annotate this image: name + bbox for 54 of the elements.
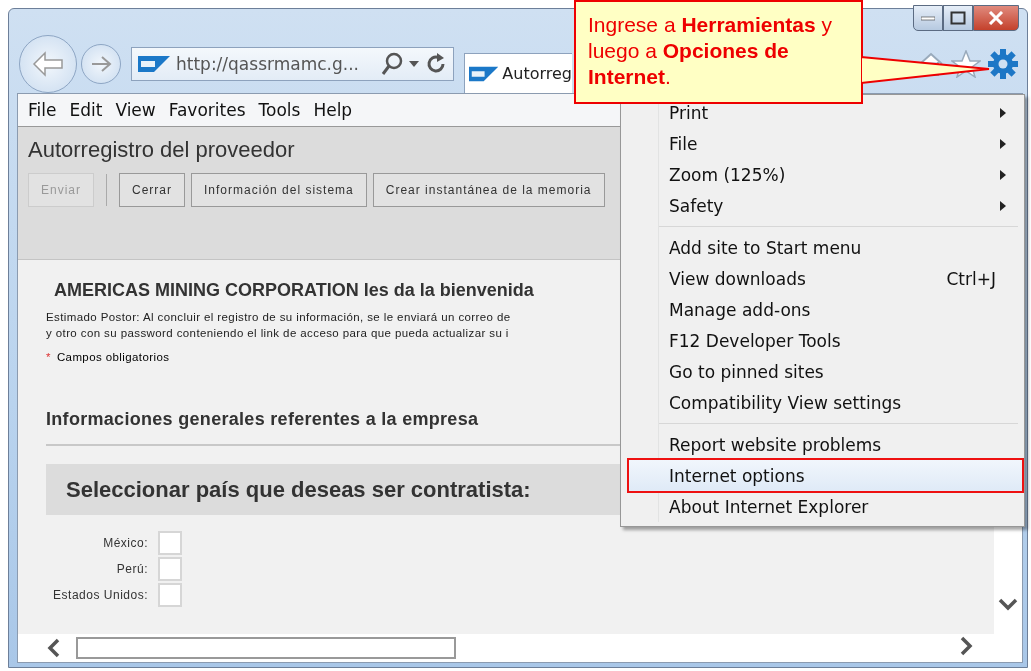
forward-arrow-icon (90, 55, 112, 73)
toolbar-button[interactable]: Crear instantánea de la memoria (372, 173, 605, 207)
scroll-right-icon[interactable] (958, 636, 974, 656)
menu-bar-item[interactable]: Edit (69, 100, 114, 120)
address-bar[interactable]: http://qassrmamc.g... (131, 47, 454, 81)
checkbox-label: México: (102, 536, 149, 550)
scrollbar-thumb[interactable] (76, 637, 456, 659)
forward-button[interactable] (81, 44, 121, 84)
menu-bar-item[interactable]: Help (313, 100, 364, 120)
menu-bar-item[interactable]: View (115, 100, 167, 120)
welcome-heading: AMERICAS MINING CORPORATION les da la bienvenida (54, 280, 534, 301)
sap-logo-icon (138, 56, 170, 72)
checkbox-label: Perú: (115, 562, 149, 576)
close-icon (988, 11, 1004, 25)
required-note: Campos obligatorios (56, 351, 170, 363)
toolbar-button[interactable]: Cerrar (119, 173, 186, 207)
panel-title: Seleccionar país que deseas ser contratista: (66, 476, 531, 503)
menu-item[interactable]: File (659, 128, 1022, 159)
menu-bar-item[interactable]: File (28, 100, 68, 120)
menu-item[interactable]: Internet options (629, 460, 1022, 491)
intro-text: Estimado Postor: Al concluir el registro de su información, se le enviará un correo de (46, 311, 511, 323)
callout-tooltip: Ingrese a Herramientas y luego a Opciones de Internet. (574, 0, 863, 104)
menu-item[interactable]: Zoom (125%) (659, 159, 1022, 190)
back-arrow-icon (31, 50, 65, 78)
scroll-down-icon[interactable] (998, 596, 1018, 612)
menu-item[interactable]: Add site to Start menu (659, 232, 1022, 263)
minimize-icon (921, 15, 935, 21)
menu-item[interactable]: Safety (659, 190, 1022, 221)
scroll-left-icon[interactable] (46, 638, 62, 658)
checkbox[interactable] (158, 531, 182, 555)
checkbox[interactable] (158, 557, 182, 581)
sap-logo-icon (469, 65, 499, 82)
minimize-button[interactable] (913, 5, 943, 31)
page-title: Autorregistro del proveedor (28, 137, 295, 163)
menu-bar-item[interactable]: Favorites (168, 100, 257, 120)
dropdown-caret-icon[interactable] (409, 61, 419, 67)
menu-bar-item[interactable]: Tools (258, 100, 312, 120)
maximize-button[interactable] (943, 5, 973, 31)
toolbar-button[interactable]: Información del sistema (191, 173, 367, 207)
menu-item[interactable]: View downloads Ctrl+J (659, 263, 1022, 294)
checkbox-label: Estados Unidos: (52, 588, 149, 602)
checkbox[interactable] (158, 583, 182, 607)
menu-item[interactable]: About Internet Explorer (659, 491, 1022, 522)
close-button[interactable] (973, 5, 1019, 31)
intro-text: y otro con su password conteniendo el link de acceso para que pueda actualizar su i (46, 327, 509, 339)
search-icon[interactable] (381, 52, 403, 76)
menu-item[interactable]: Go to pinned sites (659, 356, 1022, 387)
required-mark: * (46, 351, 51, 363)
menu-item[interactable]: F12 Developer Tools (659, 325, 1022, 356)
maximize-icon (950, 11, 966, 25)
menu-item[interactable]: Manage add-ons (659, 294, 1022, 325)
settings-icon[interactable] (987, 48, 1019, 80)
browser-tab[interactable]: Autorreg (464, 53, 572, 93)
refresh-icon[interactable] (425, 53, 447, 75)
